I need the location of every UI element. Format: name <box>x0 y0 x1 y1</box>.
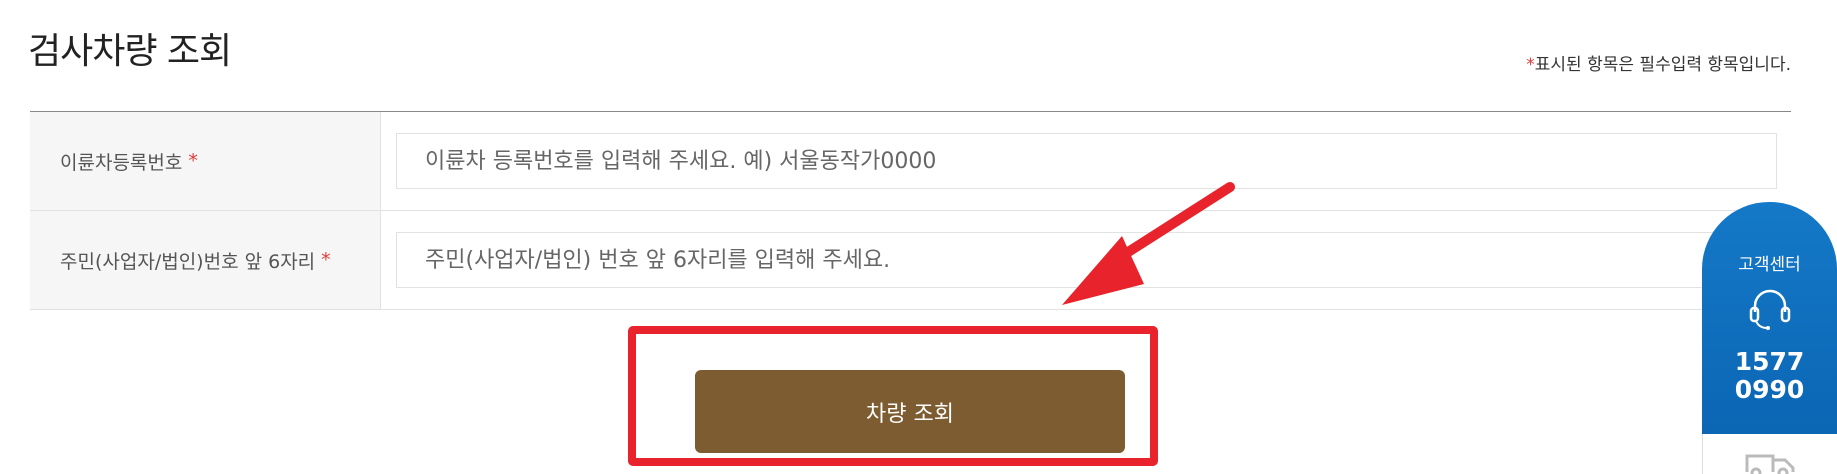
vehicle-search-form: 이륜차등록번호 * 주민(사업자/법인)번호 앞 6자리 * <box>30 111 1791 310</box>
registration-required-star: * <box>188 150 198 172</box>
form-row-registration: 이륜차등록번호 * <box>30 112 1791 211</box>
vehicle-search-button[interactable]: 차량 조회 <box>695 370 1125 453</box>
form-row-id-number: 주민(사업자/법인)번호 앞 6자리 * <box>30 211 1791 310</box>
required-star: * <box>1526 55 1535 75</box>
id-number-field-cell <box>381 211 1791 309</box>
required-note-text: 표시된 항목은 필수입력 항목입니다. <box>1534 55 1791 75</box>
registration-label-text: 이륜차등록번호 <box>60 151 183 174</box>
page-title: 검사차량 조회 <box>28 31 232 72</box>
id-number-input[interactable] <box>396 232 1777 288</box>
customer-center-widget[interactable]: 고객센터 1577 0990 <box>1702 202 1837 474</box>
secondary-widget-item[interactable] <box>1702 434 1837 474</box>
truck-icon <box>1745 454 1795 474</box>
registration-label: 이륜차등록번호 * <box>30 112 381 210</box>
id-number-required-star: * <box>321 249 331 271</box>
phone-line-1: 1577 <box>1734 347 1805 376</box>
page-root: 검사차량 조회 *표시된 항목은 필수입력 항목입니다. 이륜차등록번호 * 주… <box>0 0 1837 474</box>
customer-center-label: 고객센터 <box>1738 255 1801 275</box>
headset-icon <box>1749 289 1791 330</box>
id-number-label: 주민(사업자/법인)번호 앞 6자리 * <box>30 211 381 309</box>
id-number-label-text: 주민(사업자/법인)번호 앞 6자리 <box>60 250 316 273</box>
registration-field-cell <box>381 112 1791 210</box>
required-fields-note: *표시된 항목은 필수입력 항목입니다. <box>1526 50 1791 75</box>
registration-number-input[interactable] <box>396 133 1777 189</box>
customer-center-phone: 1577 0990 <box>1702 348 1837 404</box>
customer-center-panel[interactable]: 고객센터 1577 0990 <box>1702 202 1837 434</box>
phone-line-2: 0990 <box>1734 375 1805 404</box>
